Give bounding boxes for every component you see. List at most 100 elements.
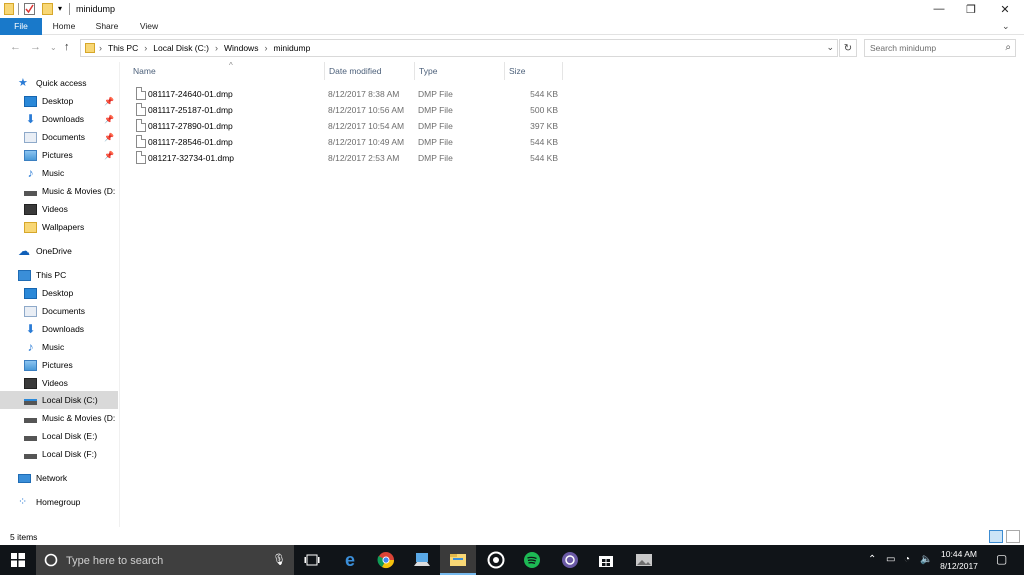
- nav-music[interactable]: ♪ Music: [24, 338, 118, 356]
- search-icon[interactable]: ⌕: [1005, 42, 1011, 53]
- restore-button[interactable]: ❐: [954, 0, 988, 18]
- nav-this-pc[interactable]: This PC: [18, 266, 118, 284]
- tab-view[interactable]: View: [132, 18, 166, 35]
- breadcrumb-minidump[interactable]: minidump: [273, 43, 310, 53]
- breadcrumb-this-pc[interactable]: This PC: [108, 43, 138, 53]
- pin-icon[interactable]: 📌: [104, 151, 114, 160]
- address-dropdown-icon[interactable]: ⌄: [826, 42, 834, 53]
- chevron-right-icon[interactable]: ›: [215, 43, 218, 53]
- nav-desktop[interactable]: Desktop: [24, 284, 118, 302]
- file-name: 081117-25187-01.dmp: [148, 105, 233, 115]
- new-folder-icon[interactable]: [42, 3, 53, 15]
- start-button[interactable]: [0, 545, 36, 575]
- spotify-icon[interactable]: [514, 545, 550, 575]
- nav-label: Music: [42, 168, 65, 178]
- nav-videos[interactable]: Videos: [24, 374, 118, 392]
- nav-onedrive[interactable]: ☁ OneDrive: [18, 242, 118, 260]
- nav-pictures-quick[interactable]: Pictures 📌: [24, 146, 118, 164]
- show-hidden-icons-icon[interactable]: ⌃: [868, 554, 876, 565]
- file-row[interactable]: 081217-32734-01.dmp 8/12/2017 2:53 AM DM…: [132, 150, 566, 166]
- file-row[interactable]: 081117-24640-01.dmp 8/12/2017 8:38 AM DM…: [132, 86, 566, 102]
- nav-label: Documents: [42, 132, 85, 142]
- tab-home[interactable]: Home: [46, 18, 82, 35]
- address-bar[interactable]: › This PC › Local Disk (C:) › Windows › …: [80, 39, 838, 57]
- nav-desktop-quick[interactable]: Desktop 📌: [24, 92, 118, 110]
- system-clock[interactable]: 10:44 AM 8/12/2017: [924, 548, 994, 572]
- pin-icon[interactable]: 📌: [104, 133, 114, 142]
- file-row[interactable]: 081117-27890-01.dmp 8/12/2017 10:54 AM D…: [132, 118, 566, 134]
- nav-homegroup[interactable]: ⁘ Homegroup: [18, 493, 118, 511]
- breadcrumb-local-disk[interactable]: Local Disk (C:): [153, 43, 209, 53]
- customize-quick-access-icon[interactable]: ▾: [58, 4, 66, 16]
- edge-icon[interactable]: e: [332, 545, 368, 575]
- nav-label: Quick access: [36, 78, 87, 88]
- large-icons-view-icon[interactable]: [1006, 530, 1020, 543]
- desktop-icon: [24, 95, 37, 107]
- chevron-right-icon[interactable]: ›: [264, 43, 267, 53]
- music-icon: ♪: [27, 165, 34, 180]
- nav-videos-quick[interactable]: Videos: [24, 200, 118, 218]
- action-center-icon[interactable]: ▢: [996, 552, 1007, 566]
- close-button[interactable]: ✕: [988, 0, 1022, 18]
- forward-button[interactable]: →: [30, 41, 41, 53]
- nav-downloads[interactable]: ⬇ Downloads: [24, 320, 118, 338]
- file-list: Name ^ Date modified Type Size 081117-24…: [120, 61, 1024, 527]
- file-icon: [136, 87, 146, 100]
- ribbon: File Home Share View ⌄: [0, 18, 1024, 35]
- tab-file[interactable]: File: [0, 18, 42, 35]
- column-header-name[interactable]: Name ^: [129, 61, 325, 80]
- search-box: ⌕: [864, 39, 1016, 57]
- file-icon: [136, 119, 146, 132]
- back-button[interactable]: ←: [10, 41, 21, 53]
- taskbar-search-input[interactable]: [66, 553, 266, 568]
- browser-icon[interactable]: [552, 545, 588, 575]
- photos-icon[interactable]: [626, 545, 662, 575]
- nav-label: Music & Movies (D:: [42, 413, 116, 423]
- chrome-icon[interactable]: [368, 545, 404, 575]
- chevron-right-icon[interactable]: ›: [144, 43, 147, 53]
- nav-local-disk-e[interactable]: Local Disk (E:): [24, 427, 118, 445]
- column-header-date-modified[interactable]: Date modified: [325, 62, 415, 80]
- up-button[interactable]: ↑: [64, 41, 70, 53]
- nav-quick-access[interactable]: ★ Quick access: [18, 74, 119, 92]
- nav-wallpapers-quick[interactable]: Wallpapers: [24, 218, 118, 236]
- file-explorer-icon[interactable]: [440, 545, 476, 575]
- nav-documents[interactable]: Documents: [24, 302, 118, 320]
- pin-icon[interactable]: 📌: [104, 115, 114, 124]
- file-date: 8/12/2017 10:54 AM: [328, 121, 405, 131]
- minimize-button[interactable]: —: [922, 0, 956, 18]
- wifi-icon[interactable]: ◔: [904, 554, 910, 565]
- details-view-icon[interactable]: [989, 530, 1003, 543]
- file-row[interactable]: 081117-28546-01.dmp 8/12/2017 10:49 AM D…: [132, 134, 566, 150]
- expand-ribbon-icon[interactable]: ⌄: [1002, 21, 1010, 32]
- battery-icon[interactable]: ▭: [886, 554, 895, 565]
- properties-icon[interactable]: [24, 3, 35, 15]
- pin-icon[interactable]: 📌: [104, 97, 114, 106]
- nav-local-disk-c[interactable]: Local Disk (C:): [0, 391, 118, 409]
- recent-locations-icon[interactable]: ⌄: [50, 43, 57, 52]
- nav-music-quick[interactable]: ♪ Music: [24, 164, 118, 182]
- nav-label: Music: [42, 342, 65, 352]
- column-header-type[interactable]: Type: [415, 62, 505, 80]
- groove-icon[interactable]: [478, 545, 514, 575]
- nav-music-movies-d[interactable]: Music & Movies (D:: [24, 409, 118, 427]
- tab-share[interactable]: Share: [88, 18, 126, 35]
- task-view-icon[interactable]: [294, 545, 330, 575]
- microphone-icon[interactable]: 🎙: [272, 553, 286, 566]
- column-header-size[interactable]: Size: [505, 62, 563, 80]
- app-icon[interactable]: [404, 545, 440, 575]
- file-row[interactable]: 081117-25187-01.dmp 8/12/2017 10:56 AM D…: [132, 102, 566, 118]
- search-input[interactable]: [865, 40, 995, 56]
- nav-local-disk-f[interactable]: Local Disk (F:): [24, 445, 118, 463]
- videos-icon: [24, 377, 37, 389]
- cortana-icon[interactable]: [44, 553, 58, 567]
- nav-network[interactable]: Network: [18, 469, 118, 487]
- refresh-button[interactable]: ↻: [839, 39, 857, 57]
- nav-pictures[interactable]: Pictures: [24, 356, 118, 374]
- breadcrumb-windows[interactable]: Windows: [224, 43, 258, 53]
- nav-downloads-quick[interactable]: ⬇ Downloads 📌: [24, 110, 118, 128]
- file-name: 081117-27890-01.dmp: [148, 121, 233, 131]
- store-icon[interactable]: [588, 545, 624, 575]
- nav-music-movies-quick[interactable]: Music & Movies (D:: [24, 182, 118, 200]
- nav-documents-quick[interactable]: Documents 📌: [24, 128, 118, 146]
